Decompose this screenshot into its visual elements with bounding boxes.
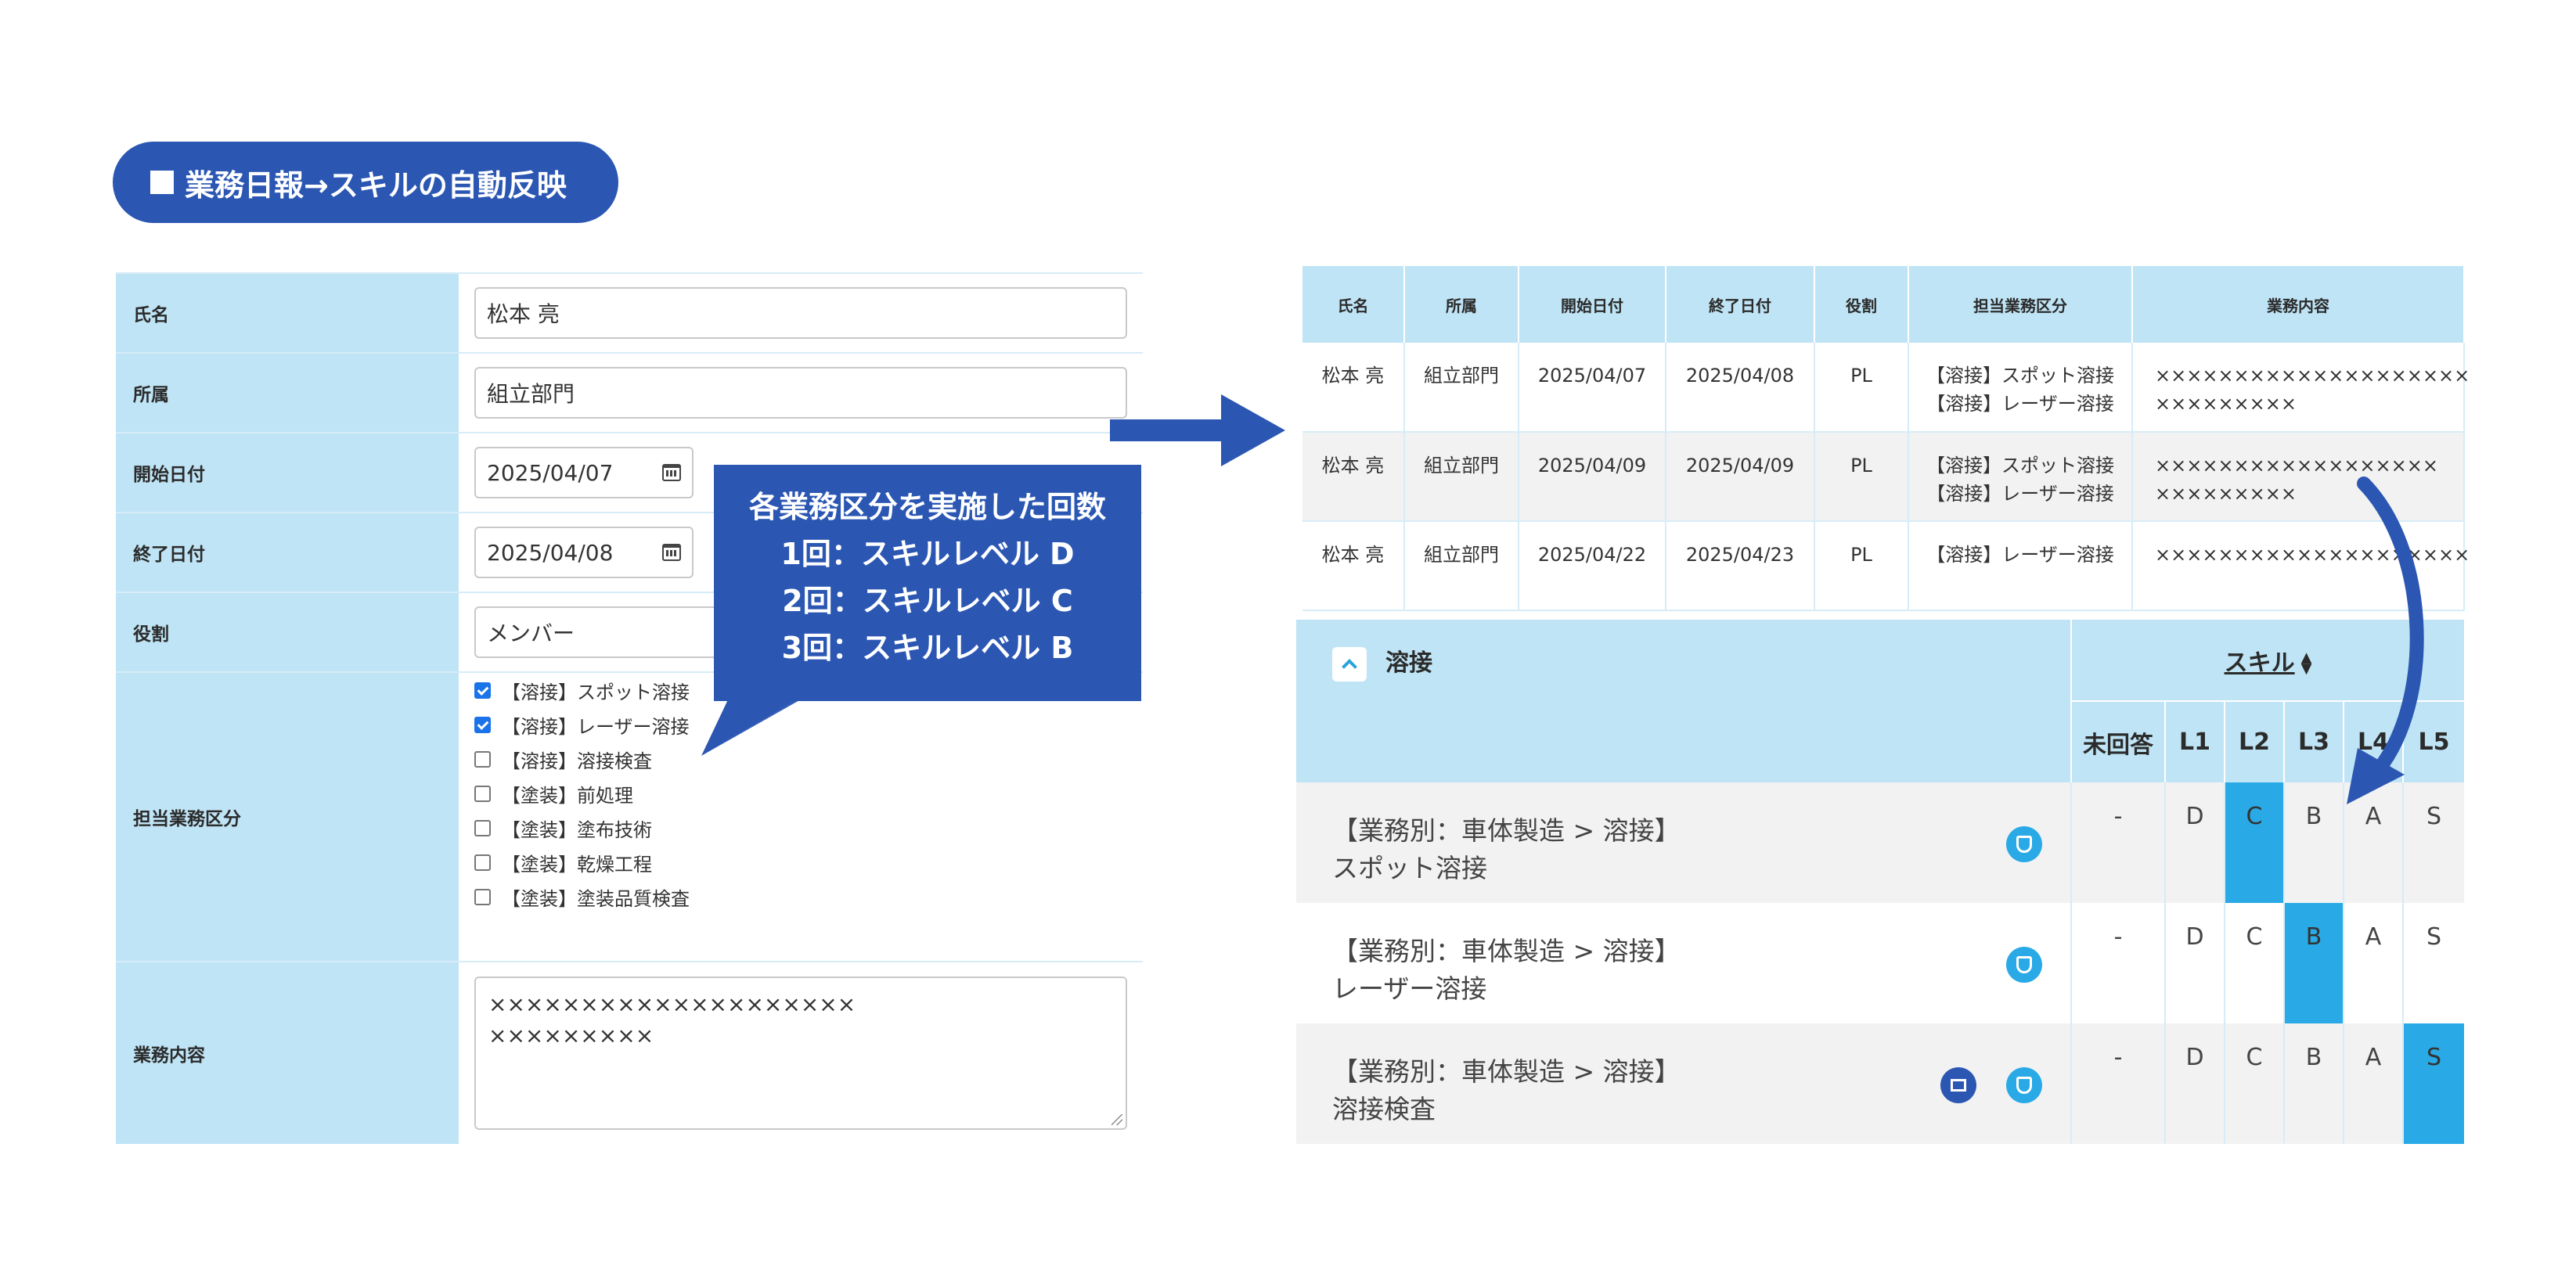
- role-label: 役割: [116, 593, 459, 671]
- report-list-table: 氏名 所属 開始日付 終了日付 役割 担当業務区分 業務内容 松本 亮 組立部門…: [1302, 266, 2470, 611]
- table-header-row: 氏名 所属 開始日付 終了日付 役割 担当業務区分 業務内容: [1302, 266, 2465, 343]
- category-title: 溶接: [1385, 649, 1432, 677]
- callout-line: 3回：スキルレベル B: [781, 631, 1074, 665]
- level-header: 未回答: [2070, 700, 2165, 782]
- grade-cell[interactable]: -: [2070, 782, 2165, 903]
- grade-cell[interactable]: B: [2283, 1023, 2344, 1144]
- grade-cell[interactable]: C: [2224, 903, 2284, 1023]
- square-icon: [150, 171, 174, 194]
- daily-report-form: 氏名 松本 亮 所属 組立部門 開始日付 2025/04/07 終了日付 202…: [116, 272, 1143, 1144]
- task-checkbox-item[interactable]: 【塗装】乾燥工程: [474, 845, 652, 879]
- dept-input[interactable]: 組立部門: [474, 367, 1127, 419]
- checkbox[interactable]: [474, 819, 491, 836]
- end-date-value: 2025/04/08: [487, 539, 614, 566]
- task-checkbox-item[interactable]: 【塗装】塗布技術: [474, 811, 652, 845]
- skill-row: 【業務別：車体製造 > 溶接】 溶接検査 - D C B A S: [1296, 1023, 2464, 1144]
- task-checkbox-item[interactable]: 【塗装】前処理: [474, 776, 633, 811]
- column-header: 開始日付: [1519, 266, 1666, 343]
- skill-sort-header[interactable]: スキル ▲ ▼: [2070, 620, 2464, 701]
- level-header: L1: [2164, 700, 2225, 782]
- shield-icon[interactable]: [2006, 1067, 2042, 1103]
- grade-cell-selected[interactable]: B: [2283, 903, 2344, 1023]
- skill-name-cell: 【業務別：車体製造 > 溶接】 溶接検査: [1296, 1023, 2071, 1144]
- board-icon[interactable]: [1940, 1067, 1976, 1103]
- checkbox[interactable]: [474, 854, 491, 871]
- grade-cell[interactable]: D: [2164, 782, 2225, 903]
- grade-cell[interactable]: S: [2402, 782, 2464, 903]
- grade-cell[interactable]: A: [2343, 1023, 2403, 1144]
- content-textarea[interactable]: ×××××××××××××××××××× ×××××××××: [474, 976, 1127, 1130]
- column-header: 役割: [1814, 266, 1909, 343]
- skill-name-cell: 【業務別：車体製造 > 溶接】 スポット溶接: [1296, 782, 2071, 903]
- calendar-icon[interactable]: [662, 464, 681, 481]
- callout-line: 2回：スキルレベル C: [782, 584, 1073, 618]
- start-date-label: 開始日付: [116, 433, 459, 512]
- grade-cell[interactable]: C: [2224, 1023, 2284, 1144]
- column-header: 氏名: [1302, 266, 1405, 343]
- category-header: 溶接: [1296, 620, 2071, 782]
- callout-line: 1回：スキルレベル D: [780, 537, 1075, 571]
- checkbox[interactable]: [474, 716, 491, 733]
- skill-row: 【業務別：車体製造 > 溶接】 レーザー溶接 - D C B A S: [1296, 903, 2464, 1023]
- shield-icon[interactable]: [2006, 826, 2042, 862]
- form-row-content: 業務内容 ×××××××××××××××××××× ×××××××××: [116, 961, 1143, 1144]
- column-header: 終了日付: [1666, 266, 1815, 343]
- form-row-tasks: 担当業務区分 【溶接】スポット溶接 【溶接】レーザー溶接 【溶接】溶接検査 【塗…: [116, 671, 1143, 961]
- callout-box: 各業務区分を実施した回数 1回：スキルレベル D 2回：スキルレベル C 3回：…: [714, 465, 1141, 701]
- name-input[interactable]: 松本 亮: [474, 287, 1127, 339]
- section-title: 業務日報→スキルの自動反映: [113, 142, 618, 223]
- grade-cell[interactable]: A: [2343, 903, 2403, 1023]
- column-header: 担当業務区分: [1908, 266, 2133, 343]
- grade-cell[interactable]: -: [2070, 1023, 2165, 1144]
- checkbox[interactable]: [474, 888, 491, 905]
- content-label: 業務内容: [116, 962, 459, 1144]
- callout-tail: [701, 696, 806, 756]
- checkbox[interactable]: [474, 785, 491, 802]
- column-header: 業務内容: [2132, 266, 2465, 343]
- start-date-value: 2025/04/07: [487, 459, 614, 486]
- calendar-icon[interactable]: [662, 544, 681, 561]
- callout-line: 各業務区分を実施した回数: [748, 490, 1106, 524]
- level-header: L2: [2224, 700, 2284, 782]
- grade-cell[interactable]: D: [2164, 903, 2225, 1023]
- skill-row: 【業務別：車体製造 > 溶接】 スポット溶接 - D C B A S: [1296, 782, 2464, 903]
- table-row[interactable]: 松本 亮 組立部門 2025/04/07 2025/04/08 PL 【溶接】ス…: [1302, 343, 2470, 433]
- level-header: L3: [2283, 700, 2344, 782]
- skill-name-cell: 【業務別：車体製造 > 溶接】 レーザー溶接: [1296, 903, 2071, 1023]
- task-checkbox-item[interactable]: 【溶接】スポット溶接: [474, 673, 690, 707]
- level-header: L5: [2402, 700, 2464, 782]
- sort-icon[interactable]: ▲ ▼: [2301, 651, 2312, 676]
- skill-level-table: 溶接 スキル ▲ ▼ 未回答 L1 L2 L3 L4 L5 【業務別：車体製造 > …: [1296, 620, 2464, 1144]
- tasks-label: 担当業務区分: [116, 673, 459, 961]
- name-label: 氏名: [116, 274, 459, 352]
- grade-cell[interactable]: A: [2343, 782, 2403, 903]
- grade-cell-selected[interactable]: S: [2402, 1023, 2464, 1144]
- end-date-input[interactable]: 2025/04/08: [474, 527, 694, 578]
- grade-cell-selected[interactable]: C: [2224, 782, 2284, 903]
- end-date-label: 終了日付: [116, 513, 459, 592]
- dept-label: 所属: [116, 354, 459, 432]
- shield-icon[interactable]: [2006, 947, 2042, 983]
- checkbox[interactable]: [474, 682, 491, 699]
- form-row-dept: 所属 組立部門: [116, 352, 1143, 432]
- grade-cell[interactable]: S: [2402, 903, 2464, 1023]
- task-checkbox-item[interactable]: 【溶接】溶接検査: [474, 742, 652, 776]
- resize-handle-icon[interactable]: [1111, 1114, 1122, 1125]
- section-title-text: 業務日報→スキルの自動反映: [185, 167, 567, 203]
- collapse-chevron-up-icon[interactable]: [1332, 646, 1367, 682]
- table-row[interactable]: 松本 亮 組立部門 2025/04/09 2025/04/09 PL 【溶接】ス…: [1302, 432, 2465, 522]
- task-checkbox-item[interactable]: 【塗装】塗装品質検査: [474, 879, 690, 914]
- table-row[interactable]: 松本 亮 組立部門 2025/04/22 2025/04/23 PL 【溶接】レ…: [1302, 521, 2470, 611]
- role-select[interactable]: メンバー: [474, 606, 725, 658]
- column-header: 所属: [1404, 266, 1519, 343]
- checkbox[interactable]: [474, 750, 491, 768]
- grade-cell[interactable]: -: [2070, 903, 2165, 1023]
- grade-cell[interactable]: B: [2283, 782, 2344, 903]
- grade-cell[interactable]: D: [2164, 1023, 2225, 1144]
- task-checkbox-item[interactable]: 【溶接】レーザー溶接: [474, 707, 690, 742]
- level-header: L4: [2343, 700, 2403, 782]
- start-date-input[interactable]: 2025/04/07: [474, 447, 694, 498]
- form-row-name: 氏名 松本 亮: [116, 272, 1143, 352]
